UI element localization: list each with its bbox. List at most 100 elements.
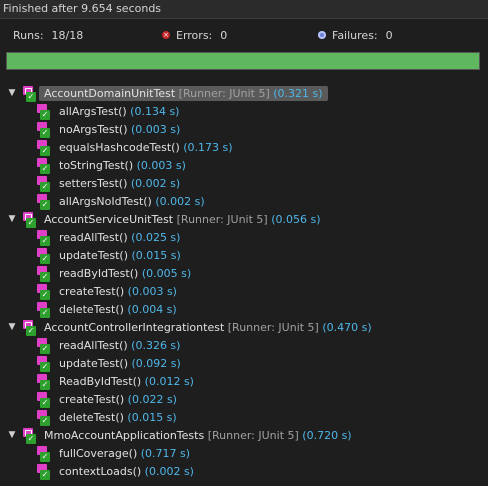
case-name: fullCoverage()	[59, 447, 138, 460]
case-label: allArgsTest() (0.134 s)	[59, 105, 179, 118]
test-suite-row[interactable]: ▼ ✓ MmoAccountApplicationTests [Runner: JU…	[0, 427, 488, 445]
case-label: equalsHashcodeTest() (0.173 s)	[59, 141, 233, 154]
test-case-row[interactable]: ✓ fullCoverage() (0.717 s)	[0, 445, 488, 463]
suite-label: AccountDomainUnitTest [Runner: JUnit 5] …	[44, 87, 323, 100]
suite-runner: [Runner: JUnit 5]	[178, 87, 270, 100]
case-name: updateTest()	[59, 249, 129, 262]
case-time: (0.015 s)	[127, 411, 177, 424]
progress-fill	[7, 53, 479, 69]
test-class-icon: ✓	[23, 428, 37, 444]
case-name: noArgsTest()	[59, 123, 128, 136]
collapse-arrow-icon[interactable]: ▼	[7, 322, 17, 332]
collapse-arrow-icon[interactable]: ▼	[7, 214, 17, 224]
test-case-row[interactable]: ✓ allArgsTest() (0.134 s)	[0, 103, 488, 121]
suite-label: AccountControllerIntegrationtest [Runner…	[44, 321, 372, 334]
test-case-row[interactable]: ✓ readByIdTest() (0.005 s)	[0, 265, 488, 283]
suite-label: AccountServiceUnitTest [Runner: JUnit 5]…	[44, 213, 321, 226]
suite-name: MmoAccountApplicationTests	[44, 429, 205, 442]
suite-time: (0.056 s)	[271, 213, 321, 226]
test-case-row[interactable]: ✓ createTest() (0.003 s)	[0, 283, 488, 301]
test-case-row[interactable]: ✓ updateTest() (0.092 s)	[0, 355, 488, 373]
case-name: deleteTest()	[59, 303, 124, 316]
case-name: allArgsNoIdTest()	[59, 195, 152, 208]
case-name: createTest()	[59, 285, 125, 298]
case-label: readAllTest() (0.025 s)	[59, 231, 180, 244]
collapse-arrow-icon[interactable]: ▼	[7, 88, 17, 98]
case-label: ReadByIdTest() (0.012 s)	[59, 375, 194, 388]
case-label: toStringTest() (0.003 s)	[59, 159, 186, 172]
case-name: contextLoads()	[59, 465, 142, 478]
selection-highlight	[39, 320, 43, 335]
case-time: (0.015 s)	[131, 249, 181, 262]
test-suite-row[interactable]: ▼ ✓ AccountControllerIntegrationtest [Runn…	[0, 319, 488, 337]
suite-time: (0.470 s)	[322, 321, 372, 334]
selection-highlight	[39, 212, 43, 227]
test-case-row[interactable]: ✓ updateTest() (0.015 s)	[0, 247, 488, 265]
test-case-row[interactable]: ✓ readAllTest() (0.025 s)	[0, 229, 488, 247]
case-name: createTest()	[59, 393, 125, 406]
test-class-icon: ✓	[23, 320, 37, 336]
test-method-icon: ✓	[37, 194, 51, 210]
failure-icon	[318, 31, 326, 39]
test-method-icon: ✓	[37, 410, 51, 426]
case-name: toStringTest()	[59, 159, 134, 172]
collapse-arrow-icon[interactable]: ▼	[7, 430, 17, 440]
test-method-icon: ✓	[37, 284, 51, 300]
failures-stat: Failures: 0	[318, 29, 393, 42]
test-case-row[interactable]: ✓ settersTest() (0.002 s)	[0, 175, 488, 193]
case-name: deleteTest()	[59, 411, 124, 424]
test-method-icon: ✓	[37, 248, 51, 264]
test-case-row[interactable]: ✓ deleteTest() (0.004 s)	[0, 301, 488, 319]
test-suite-row[interactable]: ▼ ✓ AccountDomainUnitTest [Runner: JUnit 5…	[0, 85, 488, 103]
failures-label: Failures:	[332, 29, 378, 42]
test-case-row[interactable]: ✓ toStringTest() (0.003 s)	[0, 157, 488, 175]
test-case-row[interactable]: ✓ equalsHashcodeTest() (0.173 s)	[0, 139, 488, 157]
case-label: readByIdTest() (0.005 s)	[59, 267, 191, 280]
case-name: settersTest()	[59, 177, 128, 190]
runs-stat: Runs: 18/18	[13, 29, 83, 42]
test-method-icon: ✓	[37, 122, 51, 138]
suite-runner: [Runner: JUnit 5]	[176, 213, 268, 226]
test-method-icon: ✓	[37, 266, 51, 282]
test-case-row[interactable]: ✓ ReadByIdTest() (0.012 s)	[0, 373, 488, 391]
errors-label: Errors:	[176, 29, 213, 42]
suite-name: AccountDomainUnitTest	[44, 87, 176, 100]
case-label: allArgsNoIdTest() (0.002 s)	[59, 195, 205, 208]
test-summary: Runs: 18/18 × Errors: 0 Failures: 0	[0, 19, 488, 50]
test-method-icon: ✓	[37, 392, 51, 408]
case-name: equalsHashcodeTest()	[59, 141, 180, 154]
case-time: (0.717 s)	[140, 447, 191, 460]
case-time: (0.005 s)	[141, 267, 192, 280]
suite-name: AccountControllerIntegrationtest	[44, 321, 225, 334]
case-label: createTest() (0.003 s)	[59, 285, 177, 298]
suite-time: (0.321 s)	[273, 87, 323, 100]
case-time: (0.002 s)	[155, 195, 205, 208]
case-name: readAllTest()	[59, 231, 128, 244]
case-label: updateTest() (0.015 s)	[59, 249, 181, 262]
test-suite-row[interactable]: ▼ ✓ AccountServiceUnitTest [Runner: JUnit …	[0, 211, 488, 229]
test-method-icon: ✓	[37, 356, 51, 372]
failures-value: 0	[385, 29, 393, 42]
case-label: updateTest() (0.092 s)	[59, 357, 181, 370]
case-time: (0.002 s)	[144, 465, 194, 478]
case-name: readByIdTest()	[59, 267, 139, 280]
test-case-row[interactable]: ✓ createTest() (0.022 s)	[0, 391, 488, 409]
errors-stat: × Errors: 0	[162, 29, 227, 42]
suite-name: AccountServiceUnitTest	[44, 213, 174, 226]
case-time: (0.012 s)	[144, 375, 194, 388]
test-method-icon: ✓	[37, 446, 51, 462]
suite-label: MmoAccountApplicationTests [Runner: JUni…	[44, 429, 352, 442]
suite-time: (0.720 s)	[302, 429, 352, 442]
test-case-row[interactable]: ✓ readAllTest() (0.326 s)	[0, 337, 488, 355]
case-label: createTest() (0.022 s)	[59, 393, 177, 406]
case-time: (0.003 s)	[136, 159, 186, 172]
test-case-row[interactable]: ✓ allArgsNoIdTest() (0.002 s)	[0, 193, 488, 211]
test-method-icon: ✓	[37, 104, 51, 120]
case-time: (0.092 s)	[131, 357, 181, 370]
case-label: fullCoverage() (0.717 s)	[59, 447, 190, 460]
test-results-tree[interactable]: ▼ ✓ AccountDomainUnitTest [Runner: JUnit 5…	[0, 85, 488, 481]
test-case-row[interactable]: ✓ deleteTest() (0.015 s)	[0, 409, 488, 427]
test-case-row[interactable]: ✓ noArgsTest() (0.003 s)	[0, 121, 488, 139]
test-case-row[interactable]: ✓ contextLoads() (0.002 s)	[0, 463, 488, 481]
test-method-icon: ✓	[37, 230, 51, 246]
